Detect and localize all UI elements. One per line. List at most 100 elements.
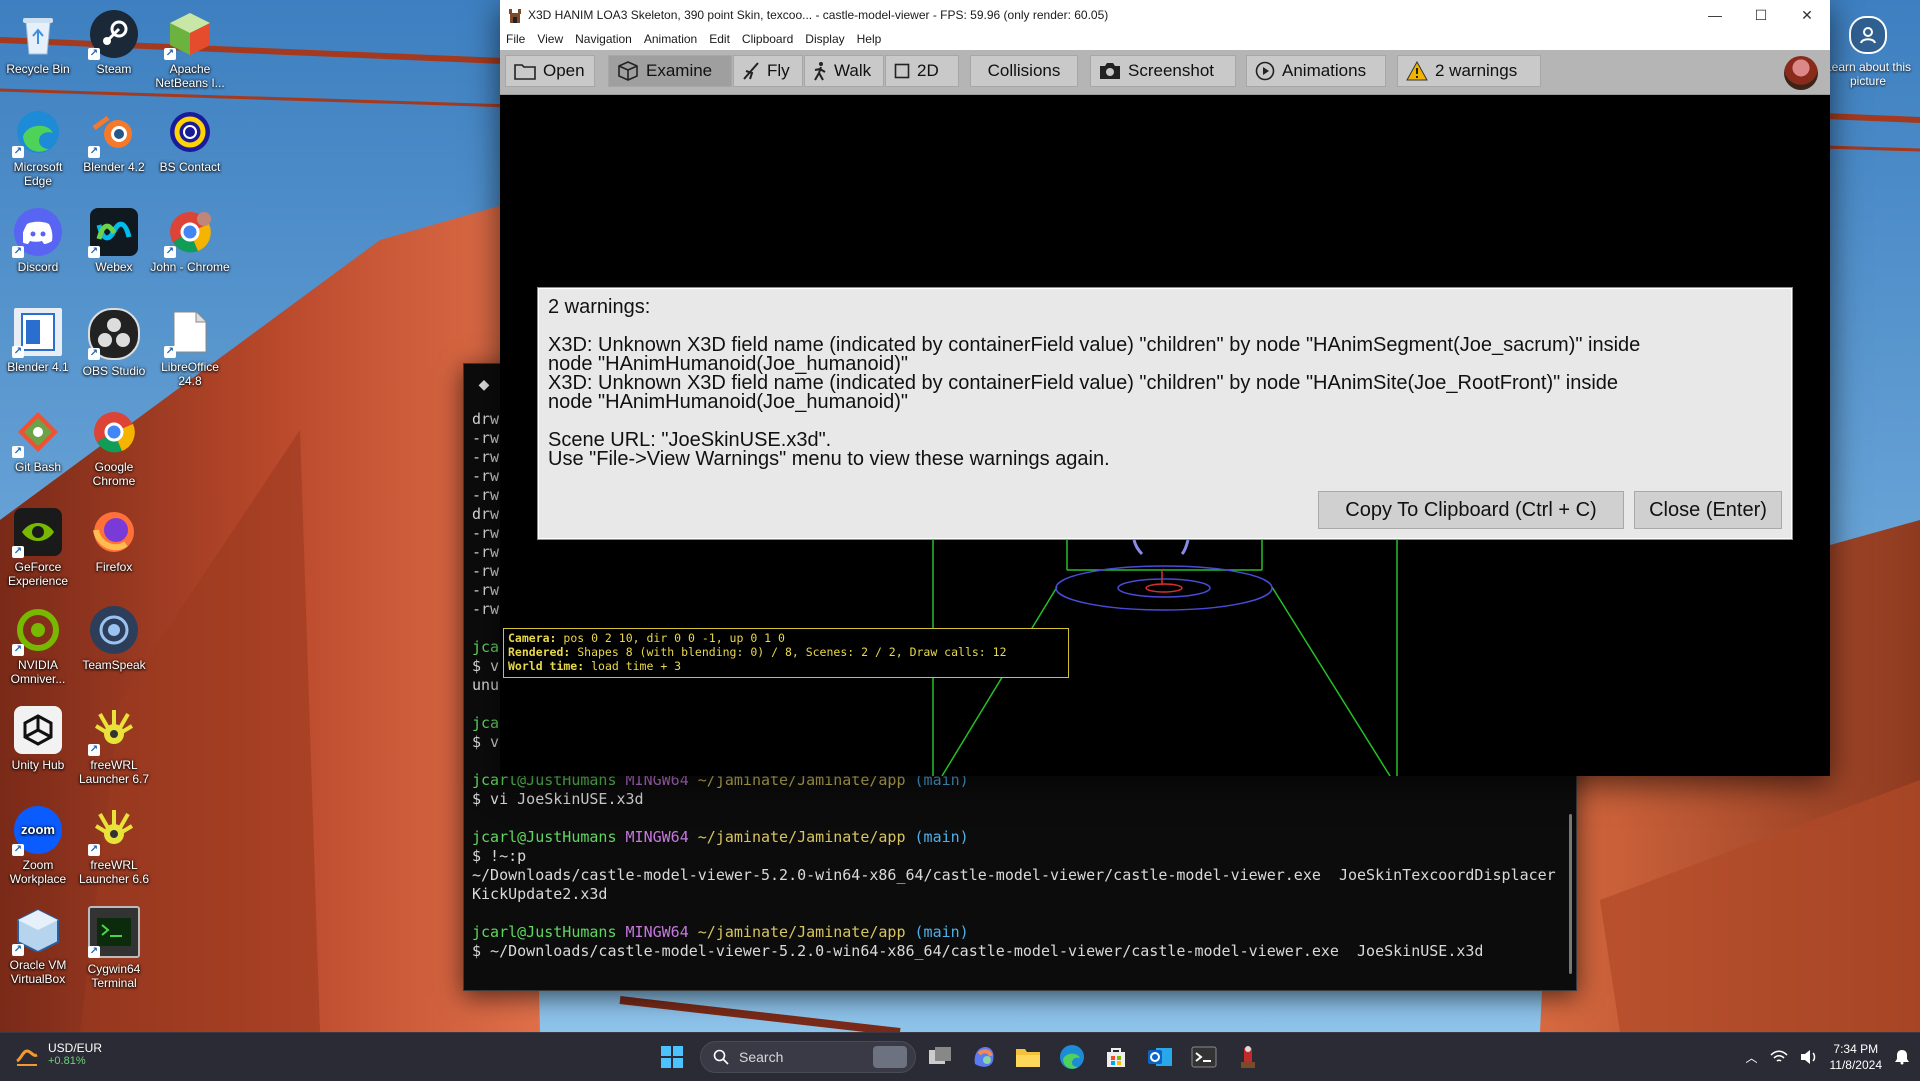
desktop-icon-libreoffice[interactable]: ↗ LibreOffice 24.8 bbox=[150, 308, 230, 388]
desktop-icon-unity-hub[interactable]: Unity Hub bbox=[0, 706, 78, 772]
desktop-icon-label: GeForce Experience bbox=[7, 560, 69, 588]
rendered-value: Shapes 8 (with blending: 0) / 8, Scenes:… bbox=[570, 645, 1007, 659]
desktop-icon-webex[interactable]: ↗ Webex bbox=[74, 208, 154, 274]
desktop-icon-bs-contact[interactable]: BS Contact bbox=[150, 108, 230, 174]
desktop-icon-blender-42[interactable]: ↗ Blender 4.2 bbox=[74, 108, 154, 174]
desktop-icon-omniverse[interactable]: ↗ NVIDIA Omniver... bbox=[0, 606, 78, 686]
edge-taskbar-button[interactable] bbox=[1056, 1041, 1088, 1073]
learn-about-picture[interactable]: Learn about this picture bbox=[1822, 16, 1914, 88]
nvidia-icon: ↗ bbox=[12, 508, 62, 558]
desktop-icon-label: freeWRL Launcher 6.6 bbox=[78, 858, 150, 886]
notification-bell-icon[interactable] bbox=[1894, 1049, 1910, 1065]
desktop-icon-git-bash[interactable]: ↗ Git Bash bbox=[0, 408, 78, 474]
maximize-icon[interactable]: ☐ bbox=[1738, 0, 1784, 30]
examine-label: Examine bbox=[646, 61, 713, 80]
camera-label: Camera: bbox=[508, 631, 557, 645]
desktop-icon-firefox[interactable]: Firefox bbox=[74, 508, 154, 574]
desktop-icon-cygwin[interactable]: ↗ Cygwin64 Terminal bbox=[74, 906, 154, 990]
teamspeak-icon bbox=[90, 606, 138, 654]
warning-text: node "HAnimHumanoid(Joe_humanoid)" bbox=[548, 391, 908, 413]
taskbar-search[interactable]: Search bbox=[700, 1041, 916, 1073]
warning-triangle-icon bbox=[1406, 61, 1428, 81]
fly-button[interactable]: Fly bbox=[733, 55, 803, 87]
blender-icon: ↗ bbox=[88, 108, 138, 158]
screenshot-label: Screenshot bbox=[1128, 61, 1214, 80]
prompt-shell: MINGW64 bbox=[625, 923, 689, 941]
menu-display[interactable]: Display bbox=[799, 30, 850, 46]
camera-icon bbox=[1100, 63, 1120, 79]
collisions-label: Collisions bbox=[987, 61, 1061, 80]
examine-button[interactable]: Examine bbox=[608, 55, 732, 87]
desktop-icon-virtualbox[interactable]: ↗ Oracle VM VirtualBox bbox=[0, 906, 78, 986]
desktop-icon-zoom[interactable]: zoom ↗ Zoom Workplace bbox=[0, 806, 78, 886]
zoom-icon: zoom ↗ bbox=[12, 806, 62, 856]
window-titlebar[interactable]: X3D HANIM LOA3 Skeleton, 390 point Skin,… bbox=[500, 0, 1830, 30]
system-tray: ︿ 7:34 PM 11/8/2024 bbox=[1745, 1041, 1910, 1073]
screenshot-button[interactable]: Screenshot bbox=[1090, 55, 1236, 87]
desktop-icon-obs[interactable]: ↗ OBS Studio bbox=[74, 308, 154, 378]
open-button[interactable]: Open bbox=[505, 55, 595, 87]
speaker-icon[interactable] bbox=[1800, 1049, 1818, 1065]
animations-label: Animations bbox=[1282, 61, 1367, 80]
copilot-button[interactable] bbox=[968, 1041, 1000, 1073]
close-dialog-button[interactable]: Close (Enter) bbox=[1634, 491, 1782, 529]
desktop-icon-discord[interactable]: ↗ Discord bbox=[0, 208, 78, 274]
desktop-icon-label: Unity Hub bbox=[11, 758, 65, 772]
menu-edit[interactable]: Edit bbox=[703, 30, 736, 46]
wifi-icon[interactable] bbox=[1769, 1050, 1788, 1064]
outlook-button[interactable] bbox=[1144, 1041, 1176, 1073]
desktop-icon-recycle-bin[interactable]: Recycle Bin bbox=[0, 10, 78, 76]
close-icon[interactable]: ✕ bbox=[1784, 0, 1830, 30]
menu-clipboard[interactable]: Clipboard bbox=[736, 30, 799, 46]
git-bash-tab-icon[interactable]: ◆ bbox=[472, 372, 496, 396]
store-button[interactable] bbox=[1100, 1041, 1132, 1073]
file-explorer-button[interactable] bbox=[1012, 1041, 1044, 1073]
desktop-icon-geforce[interactable]: ↗ GeForce Experience bbox=[0, 508, 78, 588]
walk-button[interactable]: Walk bbox=[804, 55, 884, 87]
castle-viewer-taskbar-button[interactable] bbox=[1232, 1041, 1264, 1073]
netbeans-cube-icon: ↗ bbox=[164, 10, 214, 60]
menu-file[interactable]: File bbox=[500, 30, 531, 46]
world-time-value: load time + 3 bbox=[584, 659, 682, 673]
task-view-button[interactable] bbox=[924, 1041, 956, 1073]
avatar[interactable] bbox=[1784, 56, 1818, 90]
desktop-icon-freewrl-67[interactable]: ↗ freeWRL Launcher 6.7 bbox=[74, 706, 154, 786]
desktop-icon-label: Steam bbox=[96, 62, 132, 76]
terminal-scrollbar[interactable] bbox=[1569, 814, 1572, 974]
clock[interactable]: 7:34 PM 11/8/2024 bbox=[1830, 1041, 1883, 1073]
desktop-icon-edge[interactable]: ↗ Microsoft Edge bbox=[0, 108, 78, 188]
minimize-icon[interactable]: — bbox=[1692, 0, 1738, 30]
menu-navigation[interactable]: Navigation bbox=[569, 30, 638, 46]
desktop-icon-label: Blender 4.2 bbox=[83, 160, 145, 174]
warnings-button[interactable]: 2 warnings bbox=[1397, 55, 1541, 87]
menu-help[interactable]: Help bbox=[851, 30, 888, 46]
collisions-button[interactable]: Collisions bbox=[970, 55, 1078, 87]
desktop-icon-label: OBS Studio bbox=[82, 364, 146, 378]
task-view-icon bbox=[929, 1047, 951, 1064]
copy-to-clipboard-button[interactable]: Copy To Clipboard (Ctrl + C) bbox=[1318, 491, 1624, 529]
desktop-icon-freewrl-66[interactable]: ↗ freeWRL Launcher 6.6 bbox=[74, 806, 154, 886]
chevron-up-icon[interactable]: ︿ bbox=[1745, 1049, 1757, 1066]
desktop-icon-blender-41[interactable]: ↗ Blender 4.1 bbox=[0, 308, 78, 374]
hint-text: Use "File->View Warnings" menu to view t… bbox=[548, 448, 1110, 470]
git-bash-icon: ↗ bbox=[12, 408, 62, 458]
dialog-heading: 2 warnings: bbox=[548, 296, 651, 318]
desktop-icon-john-chrome[interactable]: ↗ John - Chrome bbox=[150, 208, 230, 274]
desktop-icon-netbeans[interactable]: ↗ Apache NetBeans I... bbox=[150, 10, 230, 90]
desktop-icon-steam[interactable]: ↗ Steam bbox=[74, 10, 154, 76]
chrome-icon: ↗ bbox=[164, 208, 214, 258]
libreoffice-icon: ↗ bbox=[164, 308, 214, 358]
omniverse-icon: ↗ bbox=[12, 606, 62, 656]
currency-widget[interactable]: USD/EUR +0.81% bbox=[14, 1041, 102, 1067]
prompt-branch: (main) bbox=[914, 828, 969, 846]
animations-button[interactable]: Animations bbox=[1246, 55, 1386, 87]
desktop-icon-google-chrome[interactable]: Google Chrome bbox=[74, 408, 154, 488]
store-icon bbox=[1107, 1048, 1125, 1067]
2d-button[interactable]: 2D bbox=[885, 55, 959, 87]
desktop-icon-teamspeak[interactable]: TeamSpeak bbox=[74, 606, 154, 672]
menu-view[interactable]: View bbox=[531, 30, 569, 46]
menu-animation[interactable]: Animation bbox=[638, 30, 703, 46]
start-button[interactable] bbox=[656, 1041, 688, 1073]
firefox-icon bbox=[90, 508, 138, 556]
terminal-taskbar-button[interactable] bbox=[1188, 1041, 1220, 1073]
